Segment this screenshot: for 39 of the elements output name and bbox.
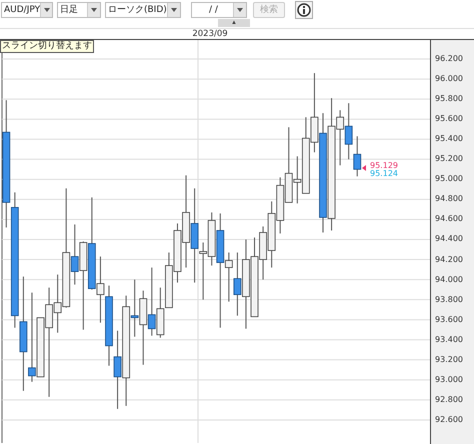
price-tick-label: 95.800 (435, 94, 463, 104)
tooltip: スライン切り替えます (0, 40, 94, 53)
date-field[interactable]: / / (191, 2, 247, 18)
price-tick-label: 96.200 (435, 54, 463, 64)
caret-icon (237, 8, 243, 12)
bid-price-label: 95.129 (370, 162, 398, 170)
pair-dropdown[interactable]: AUD/JPY (1, 2, 53, 18)
price-tick-label: 94.400 (435, 234, 463, 244)
candlestick (148, 267, 156, 336)
price-tick-label: 94.200 (435, 254, 463, 265)
candlestick (268, 200, 276, 268)
price-tick-label: 93.600 (435, 314, 463, 325)
price-tick-label: 93.400 (435, 334, 463, 345)
price-tick-label: 95.200 (435, 154, 463, 164)
caret-icon (171, 8, 177, 12)
timeframe-dropdown[interactable]: 日足 (57, 2, 101, 18)
price-tick-label: 96.000 (435, 74, 463, 84)
price-tick-label: 93.800 (435, 294, 463, 305)
info-button[interactable] (295, 0, 313, 19)
date-label: 2023/09 (192, 29, 228, 39)
ask-price-label: 95.124 (370, 170, 398, 178)
price-tick-label: 94.600 (435, 214, 463, 224)
price-tick-label: 95.400 (435, 134, 463, 144)
price-tick-label: 94.000 (435, 274, 463, 285)
price-tick-label: 92.800 (435, 394, 463, 405)
price-tick-label: 95.600 (435, 114, 463, 124)
candlestick (353, 136, 362, 177)
price-tick-label: 92.600 (435, 414, 463, 425)
candlestick (156, 287, 164, 338)
caret-icon (91, 8, 97, 12)
chart-type-dropdown[interactable]: ローソク(BID) (105, 2, 181, 18)
info-icon (297, 2, 311, 17)
caret-icon (44, 8, 50, 12)
price-tick-label: 94.800 (435, 194, 463, 204)
price-tick-label: 95.000 (435, 174, 463, 184)
price-tick-label: 93.000 (435, 374, 463, 385)
candlestick (276, 176, 284, 234)
candlestick (344, 102, 353, 160)
price-tick-label: 93.200 (435, 354, 463, 365)
